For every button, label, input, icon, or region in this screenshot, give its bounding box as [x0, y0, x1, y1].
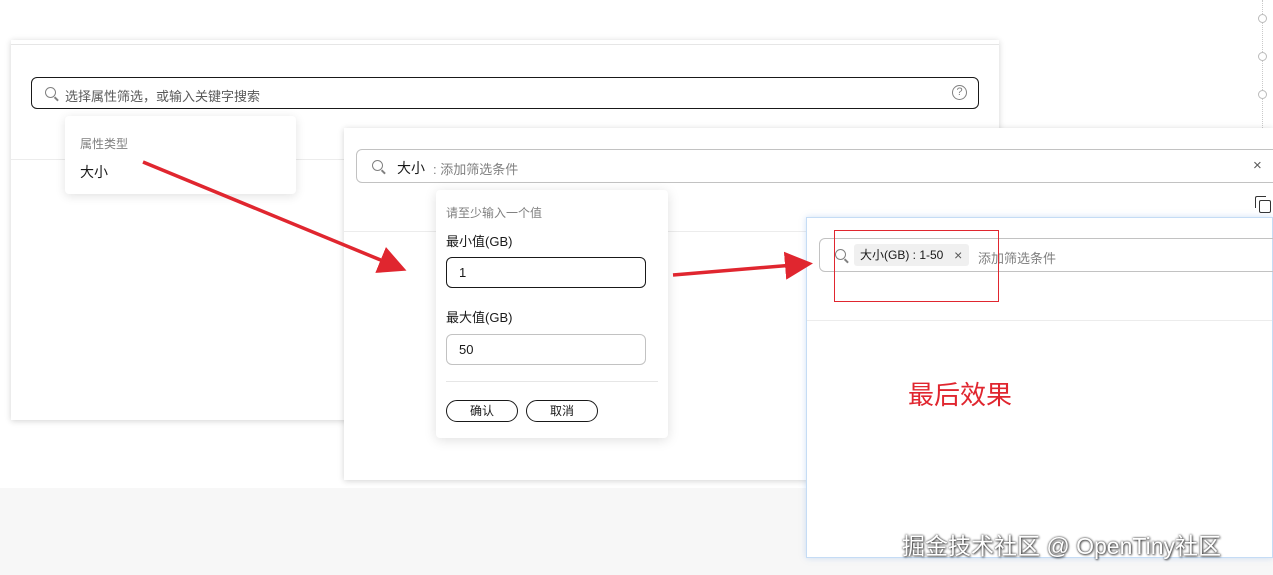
- annotation-arrows: [142, 160, 813, 280]
- arrow-step1-to-step2: [142, 160, 407, 273]
- watermark: 掘金技术社区 @ OpenTiny社区: [902, 533, 1221, 559]
- result-label: 最后效果: [908, 380, 1013, 410]
- arrow-step2-to-result: [672, 251, 813, 280]
